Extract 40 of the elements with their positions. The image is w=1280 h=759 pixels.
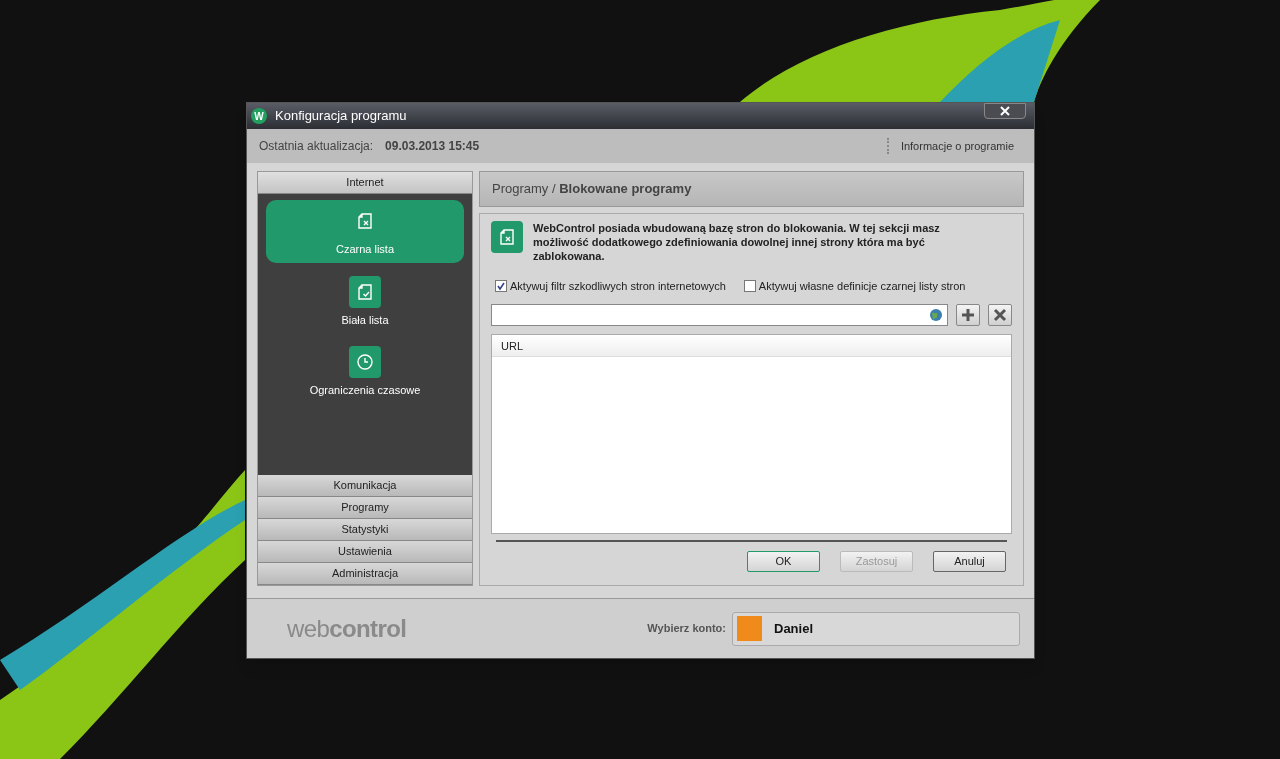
section-header[interactable]: Programy — [258, 497, 472, 519]
nav-item[interactable]: Biała lista — [341, 270, 389, 333]
breadcrumb: Programy / Blokowane programy — [492, 180, 692, 199]
webcontrol-logo: webcontrol — [287, 613, 407, 644]
checkbox-label: Aktywuj filtr szkodliwych stron internetowych — [510, 279, 726, 294]
update-date: 09.03.2013 15:45 — [385, 138, 480, 155]
description-text: WebControl posiada wbudowaną bazę stron do blokowania. W tej sekcji masz możliwość dodatkowego zdefiniowania dowolnej innej strony która ma być zablokowana. — [533, 221, 941, 263]
section-header[interactable]: Internet — [258, 172, 472, 194]
document-x-icon — [355, 211, 375, 231]
plus-icon — [961, 307, 975, 322]
delete-button[interactable] — [988, 303, 1012, 326]
section-header[interactable]: Ustawienia — [258, 541, 472, 563]
url-input[interactable] — [491, 303, 948, 326]
column-header[interactable]: URL — [492, 334, 532, 356]
update-label: Ostatnia aktualizacja: — [259, 138, 374, 155]
check-icon — [496, 281, 506, 292]
checkbox[interactable] — [743, 280, 756, 293]
window-title: Konfiguracja programu — [275, 107, 407, 126]
dialog-button[interactable]: Anuluj — [933, 550, 1006, 572]
account-selector[interactable]: Daniel — [732, 611, 1020, 646]
add-button[interactable] — [956, 303, 980, 326]
dialog-button[interactable]: OK — [747, 550, 820, 572]
section-header[interactable]: Administracja — [258, 563, 472, 585]
section-header[interactable]: Komunikacja — [258, 475, 472, 497]
close-icon — [1000, 106, 1010, 116]
about-link[interactable]: Informacje o programie — [900, 137, 1014, 155]
section-header[interactable]: Statystyki — [258, 519, 472, 541]
close-button[interactable] — [984, 103, 1026, 119]
clock-icon — [355, 352, 375, 372]
globe-icon — [929, 307, 943, 322]
nav-item[interactable]: Czarna lista — [266, 200, 464, 263]
account-label: Wybierz konto: — [647, 621, 726, 637]
checkbox[interactable] — [495, 280, 507, 293]
checkbox-label: Aktywuj własne definicje czarnej listy stron — [758, 279, 966, 294]
nav-item[interactable]: Ograniczenia czasowe — [309, 341, 421, 404]
flower-photo-placeholder — [737, 616, 762, 641]
document-check-icon — [355, 281, 375, 302]
close-icon — [993, 307, 1007, 322]
app-logo-icon: W — [251, 108, 267, 124]
document-x-icon — [497, 227, 517, 247]
